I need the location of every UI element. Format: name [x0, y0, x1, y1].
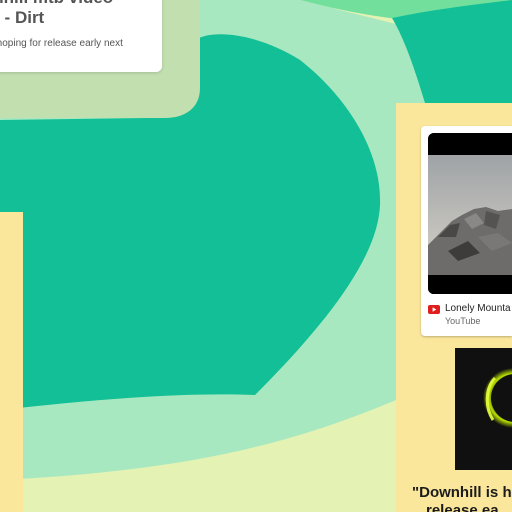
video-thumbnail[interactable]: [428, 133, 512, 294]
left-panel: [0, 212, 23, 512]
video-source: YouTube: [445, 316, 481, 326]
quote-line1: "Downhill is ho: [412, 484, 512, 501]
video-title-row[interactable]: Lonely Mounta: [428, 303, 512, 317]
youtube-icon: [428, 305, 440, 314]
quote-text: "Downhill is ho release ea: [412, 484, 512, 512]
youtube-embed-card[interactable]: Lonely Mounta YouTube: [421, 126, 512, 336]
news-card-description: me hoping for release early next: [0, 38, 123, 49]
news-card-title-line2: ne - Dirt: [0, 8, 45, 27]
news-card-title[interactable]: wnhill mtb video ne - Dirt: [0, 0, 162, 28]
eclipse-image: [455, 348, 512, 470]
thumbnail-image: [428, 133, 512, 294]
news-card[interactable]: wnhill mtb video ne - Dirt me hoping for…: [0, 0, 162, 72]
quote-line2: release ea: [426, 502, 499, 512]
news-card-title-line1: wnhill mtb video: [0, 0, 162, 8]
video-title: Lonely Mounta: [445, 303, 511, 314]
